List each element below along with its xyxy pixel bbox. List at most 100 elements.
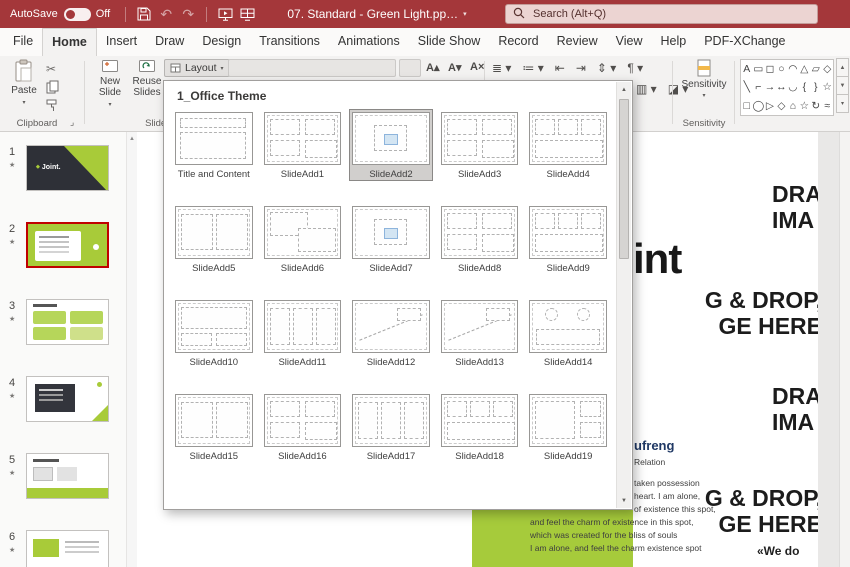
gallery-scrollbar[interactable]: ▲ ▼ [616,82,631,508]
menu-tab[interactable]: PDF-XChange [695,28,794,56]
font-name-combo[interactable] [228,59,396,77]
layout-option[interactable]: SlideAdd17 [349,391,433,463]
slideshow-icon[interactable] [214,3,236,25]
layout-option[interactable]: Title and Content [172,109,256,181]
shape-icon[interactable]: ⌐ [755,78,761,96]
menu-tab[interactable]: Slide Show [409,28,490,56]
shape-icon[interactable]: ◇ [823,60,831,78]
paragraph-tool-icon[interactable]: ⇕ ▾ [597,61,616,75]
menu-tab[interactable]: Draw [146,28,193,56]
paragraph-tool-icon[interactable]: ¶ ▾ [627,61,643,75]
drag-drop-placeholder[interactable]: G & DROP, GE HERE [705,485,822,537]
format-painter-icon[interactable] [46,99,59,117]
redo-icon[interactable]: ↷ [177,3,199,25]
shape-icon[interactable]: ○ [778,60,784,78]
menu-tab[interactable]: Review [548,28,607,56]
clear-formatting-icon[interactable]: A× [470,61,484,73]
layout-option[interactable]: SlideAdd13 [438,297,522,369]
shape-icon[interactable]: ≈ [824,97,830,115]
copy-icon[interactable] [46,80,59,99]
reuse-slides-button[interactable]: Reuse Slides [130,59,164,98]
new-slide-button[interactable]: New Slide ▾ [92,59,128,111]
layout-option[interactable]: SlideAdd1 [261,109,345,181]
grow-font-icon[interactable]: A▴ [426,61,439,74]
layout-option[interactable]: SlideAdd8 [438,203,522,275]
layout-option[interactable]: SlideAdd4 [526,109,610,181]
shape-icon[interactable]: ⌂ [790,97,796,115]
shape-icon[interactable]: ▭ [753,60,763,78]
cut-icon[interactable]: ✂ [46,62,56,76]
clipboard-dialog-launcher-icon[interactable]: ⌟ [70,117,74,128]
shape-icon[interactable]: □ [744,97,750,115]
shape-icon[interactable]: ↻ [811,97,820,115]
font-size-combo[interactable] [399,59,421,77]
layout-option[interactable]: SlideAdd2 [349,109,433,181]
shape-icon[interactable]: { [803,78,807,96]
paste-button[interactable]: Paste ▾ [6,59,42,109]
menu-tab[interactable]: File [4,28,42,56]
paragraph-tool-icon[interactable]: ≔ ▾ [522,61,543,75]
shape-icon[interactable]: ◯ [752,97,764,115]
layout-option[interactable]: SlideAdd15 [172,391,256,463]
scrollbar-thumb[interactable] [619,99,629,259]
menu-tab[interactable]: Insert [97,28,146,56]
slide-thumbnail-item[interactable]: 1 ★ Joint. [0,145,137,192]
menu-tab[interactable]: Animations [329,28,409,56]
gallery-more-button[interactable]: ▾ [836,94,849,113]
slide-thumbnail-item[interactable]: 6 ★ [0,530,137,567]
menu-tab[interactable]: View [607,28,652,56]
shape-icon[interactable]: } [814,78,818,96]
menu-tab[interactable]: Transitions [250,28,329,56]
paragraph-tool-icon[interactable]: ▥ ▾ [636,82,657,96]
slide-title-text[interactable]: int [633,235,681,283]
autosave-toggle[interactable] [64,8,91,21]
paragraph-tool-icon[interactable]: ≣ ▾ [492,61,511,75]
menu-tab[interactable]: Home [42,28,97,56]
slide-body-text-lower[interactable]: and feel the charm of existence in this … [530,516,702,555]
author-name-text[interactable]: ufreng [634,438,674,453]
shape-icon[interactable]: ↔ [776,78,787,96]
gallery-scroll-up-button[interactable]: ▲ [836,58,849,77]
shape-icon[interactable]: ◡ [788,78,797,96]
slide-panel-scrollbar[interactable]: ▲ [126,132,137,567]
shrink-font-icon[interactable]: A▾ [448,61,461,74]
shape-icon[interactable]: A [743,60,750,78]
layout-option[interactable]: SlideAdd14 [526,297,610,369]
layout-option[interactable]: SlideAdd18 [438,391,522,463]
layout-option[interactable]: SlideAdd5 [172,203,256,275]
search-box[interactable] [505,4,818,24]
layout-button[interactable]: Layout ▾ [164,59,230,77]
scroll-up-arrow-icon[interactable]: ▲ [127,132,137,142]
shape-icon[interactable]: ☆ [800,97,809,115]
menu-tab[interactable]: Record [489,28,547,56]
layout-option[interactable]: SlideAdd10 [172,297,256,369]
layout-option[interactable]: SlideAdd11 [261,297,345,369]
layout-option[interactable]: SlideAdd3 [438,109,522,181]
document-title[interactable]: 07. Standard - Green Light.pp… ▾ [252,0,502,28]
search-input[interactable] [531,7,810,21]
quote-text[interactable]: «We do [757,544,799,558]
layout-option[interactable]: SlideAdd12 [349,297,433,369]
menu-tab[interactable]: Design [193,28,250,56]
shape-icon[interactable]: ▱ [812,60,820,78]
sensitivity-button[interactable]: Sensitivity ▾ [678,59,730,123]
shape-icon[interactable]: ▷ [766,97,774,115]
shape-icon[interactable]: ◻ [766,60,775,78]
layout-option[interactable]: SlideAdd6 [261,203,345,275]
paragraph-tool-icon[interactable]: ⇤ [555,61,565,75]
slide-thumbnail-item[interactable]: 4 ★ [0,376,137,423]
scroll-down-button[interactable]: ▼ [617,493,631,508]
shape-icon[interactable]: ◠ [788,60,797,78]
shape-icon[interactable]: ☆ [823,78,832,96]
shape-icon[interactable]: → [765,78,776,96]
scroll-up-button[interactable]: ▲ [617,82,631,97]
layout-option[interactable]: SlideAdd16 [261,391,345,463]
slide-thumbnail-item[interactable]: 5 ★ [0,453,137,500]
paragraph-tool-icon[interactable]: ⇥ [576,61,586,75]
slide-thumbnail-item[interactable]: 3 ★ [0,299,137,346]
save-icon[interactable] [133,3,155,25]
slide-thumbnail-item[interactable]: 2 ★ [0,222,137,269]
shape-icon[interactable]: ◇ [777,97,785,115]
layout-option[interactable]: SlideAdd7 [349,203,433,275]
slide-body-text-upper[interactable]: taken possessionheart. I am alone,of exi… [634,477,716,516]
